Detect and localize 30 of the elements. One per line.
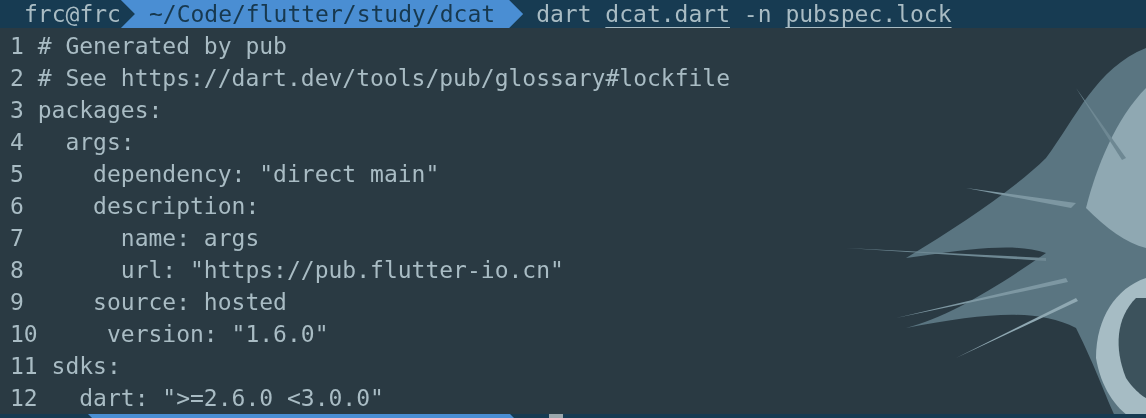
line-number: 8: [10, 257, 24, 283]
line-number: 10: [10, 321, 38, 347]
code-line: name: args: [119, 225, 260, 251]
code-line: packages:: [37, 97, 163, 123]
code-line: url: "https://pub.flutter-io.cn": [119, 257, 564, 283]
line-number: 2: [10, 65, 24, 91]
code-line: description:: [92, 193, 260, 219]
line-number: 9: [10, 289, 24, 315]
code-line: version: "1.6.0": [105, 321, 329, 347]
code-line: dependency: "direct main": [92, 161, 440, 187]
prompt-path: ~/Code/flutter/study/dcat: [120, 0, 524, 28]
line-number: 4: [10, 129, 24, 155]
command-token: dart: [536, 1, 592, 27]
code-line: sdks:: [51, 353, 121, 379]
code-line: args:: [64, 129, 135, 155]
prompt-user: frc@frc: [23, 0, 122, 28]
line-number: 1: [10, 33, 24, 59]
code-line: # See https://dart.dev/tools/pub/glossary#lockfile: [37, 65, 731, 91]
line-number: 3: [10, 97, 24, 123]
line-number: 11: [10, 353, 38, 379]
line-number: 6: [10, 193, 24, 219]
line-number: 7: [10, 225, 24, 251]
code-line: # Generated by pub: [37, 33, 287, 59]
code-line: source: hosted: [92, 289, 287, 315]
command-token: -n: [743, 1, 772, 27]
line-number: 12: [10, 385, 38, 411]
command-token: dcat.dart: [605, 1, 730, 27]
line-number: 5: [10, 161, 24, 187]
code-line: dart: ">=2.6.0 <3.0.0": [78, 385, 384, 411]
command-token: pubspec.lock: [785, 1, 952, 27]
